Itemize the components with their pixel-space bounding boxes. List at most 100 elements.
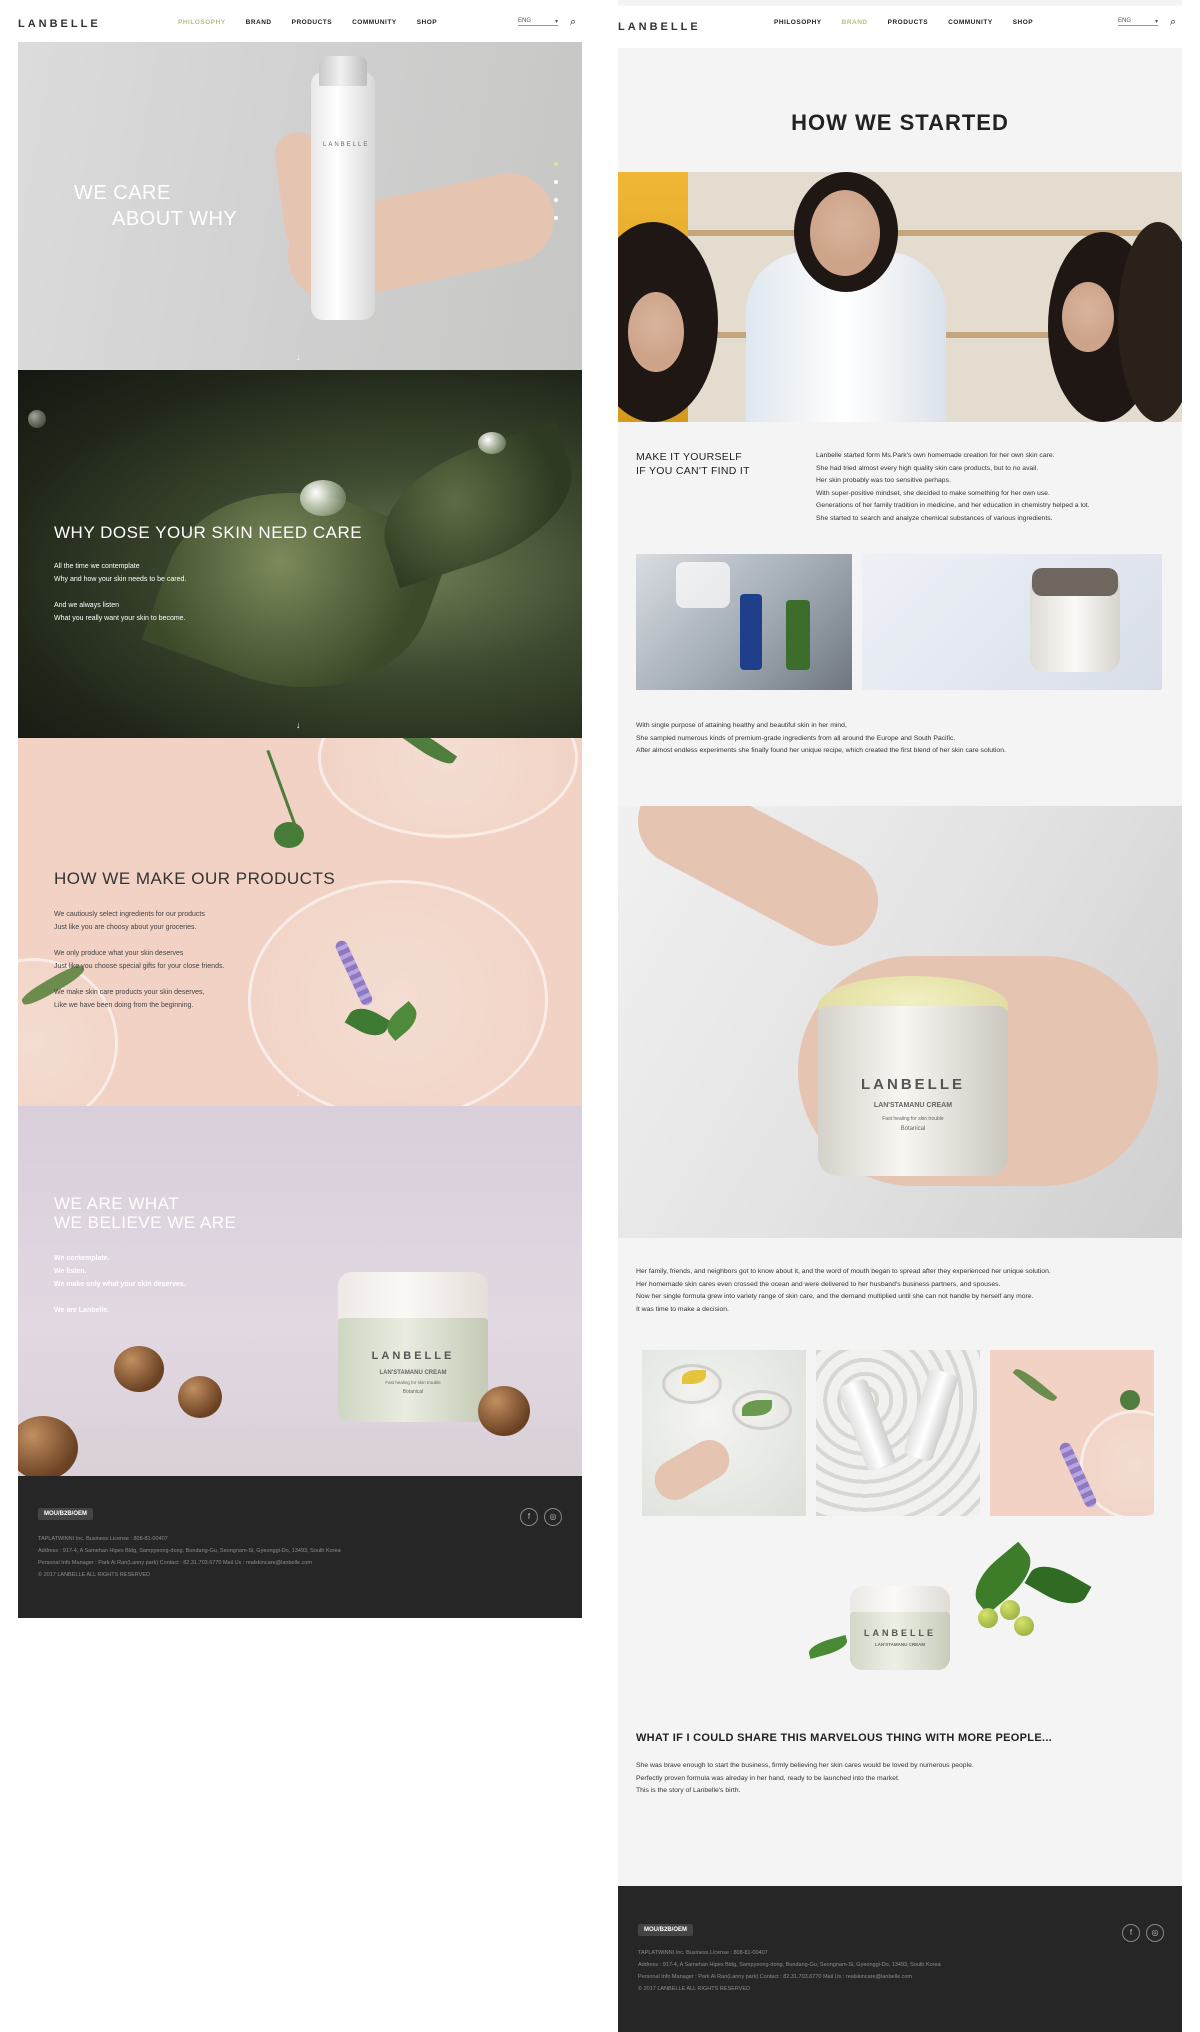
cream-jar-image: LANBELLE LAN'STAMANU CREAM Fast healing …: [338, 1272, 488, 1422]
footer-address: Address : 917-4, A Samehan Hipex Bldg, S…: [638, 1962, 941, 1968]
nav-brand[interactable]: BRAND: [246, 19, 272, 26]
make-line: We only produce what your skin deserves: [54, 950, 184, 957]
page-title: HOW WE STARTED: [791, 110, 1009, 135]
serum-bottles-photo: [636, 554, 852, 690]
footer-copyright: © 2017 LANBELLE ALL RIGHTS RESERVED: [638, 1986, 750, 1992]
instagram-icon[interactable]: ◎: [544, 1508, 562, 1526]
make-line: [54, 934, 224, 947]
make-line: Just like you choose special gifts for y…: [54, 963, 225, 970]
nav-philosophy[interactable]: PHILOSOPHY: [774, 19, 822, 26]
scroll-down-icon[interactable]: ↓: [296, 1088, 301, 1098]
bottle: [902, 1367, 960, 1463]
scroll-down-icon[interactable]: ↓: [296, 720, 301, 730]
nav-philosophy[interactable]: PHILOSOPHY: [178, 19, 226, 26]
purpose-line: With single purpose of attaining healthy…: [636, 722, 847, 729]
nav-community[interactable]: COMMUNITY: [352, 19, 397, 26]
pebbles-bottles-photo: [816, 1350, 980, 1516]
stem-image: [266, 749, 297, 827]
language-select[interactable]: ENG ▾: [518, 18, 558, 26]
make-line: Just like you are choosy about your groc…: [54, 924, 197, 931]
purpose-text: With single purpose of attaining healthy…: [636, 720, 1006, 758]
lab-photo: [618, 172, 1182, 422]
observer-right-face: [1062, 282, 1114, 352]
scientist-face: [810, 190, 880, 276]
pennywort-leaf-image: [274, 822, 304, 848]
make-line: We cautiously select ingredients for our…: [54, 911, 205, 918]
pager-dot-3[interactable]: [554, 198, 558, 202]
bottle: [837, 1377, 897, 1473]
tamanu-fruit: [978, 1608, 998, 1628]
small-cream-jar: LANBELLE LAN'STAMANU CREAM: [850, 1586, 950, 1670]
pager-dot-1[interactable]: [554, 162, 558, 166]
intro-line: Her skin probably was too sensitive perh…: [816, 477, 951, 484]
footer-address: Address : 917-4, A Samehan Hipex Bldg, S…: [38, 1548, 341, 1554]
search-icon[interactable]: ⌕: [1170, 16, 1176, 29]
language-select[interactable]: ENG ▾: [1118, 18, 1158, 26]
heading-line: MAKE IT YOURSELF: [636, 451, 742, 463]
make-title: HOW WE MAKE OUR PRODUCTS: [54, 869, 336, 888]
nav-community[interactable]: COMMUNITY: [948, 19, 993, 26]
green-bottle: [786, 600, 810, 670]
jar-lid: [1032, 568, 1118, 596]
why-line: [54, 586, 186, 599]
nav-shop[interactable]: SHOP: [417, 19, 437, 26]
mou-b2b-oem-button[interactable]: MOU/B2B/OEM: [638, 1924, 694, 1936]
chevron-down-icon: ▾: [554, 19, 558, 25]
pager-dot-4[interactable]: [554, 216, 558, 220]
social-links: f ◎: [520, 1508, 562, 1526]
share-line: She was brave enough to start the busine…: [636, 1762, 974, 1769]
logo[interactable]: LANBELLE: [18, 18, 101, 30]
footer-company: TAPLATWINNI Inc. Business License : 808-…: [38, 1536, 168, 1542]
rosemary: [1012, 1365, 1058, 1405]
nav-products[interactable]: PRODUCTS: [888, 19, 928, 26]
footer-contact: Personal Info Manager : Park Ai Ran(Lann…: [638, 1974, 913, 1980]
why-line: All the time we contemplate: [54, 563, 140, 570]
heading-line: IF YOU CAN'T FIND IT: [636, 465, 750, 477]
intro-line: Generations of her family tradition in m…: [816, 502, 1090, 509]
facebook-icon[interactable]: f: [1122, 1924, 1140, 1942]
intro-line: She had tried almost every high quality …: [816, 464, 1039, 472]
search-icon[interactable]: ⌕: [570, 16, 576, 29]
nut-image: [178, 1376, 222, 1418]
why-line: Why and how your skin needs to be cared.: [54, 576, 187, 583]
tamanu-fruit: [1014, 1616, 1034, 1636]
section-pager: [554, 162, 558, 220]
mou-b2b-oem-button[interactable]: MOU/B2B/OEM: [38, 1508, 94, 1520]
believe-section: WE ARE WHAT WE BELIEVE WE ARE We contemp…: [18, 1106, 582, 1476]
believe-line: We contemplate.: [54, 1255, 110, 1262]
nav-brand[interactable]: BRAND: [842, 19, 868, 26]
logo[interactable]: LANBELLE: [618, 21, 701, 33]
share-text: She was brave enough to start the busine…: [636, 1760, 974, 1798]
nav-products[interactable]: PRODUCTS: [292, 19, 332, 26]
social-links: f ◎: [1122, 1924, 1164, 1942]
why-line: And we always listen: [54, 602, 119, 609]
brand-page: LANBELLE PHILOSOPHY BRAND PRODUCTS COMMU…: [618, 0, 1182, 2032]
intro-line: With super-positive mindset, she decided…: [816, 489, 1050, 497]
intro-text: Lanbelle started form Ms.Park's own home…: [816, 450, 1090, 525]
believe-line: We are Lanbelle.: [54, 1307, 110, 1314]
leaf: [806, 1635, 850, 1659]
screenshot-canvas: LANBELLE PHILOSOPHY BRAND PRODUCTS COMMU…: [0, 0, 1200, 2032]
jar-name: LAN'STAMANU CREAM: [379, 1370, 447, 1376]
nut-image: [114, 1346, 164, 1392]
footer-contact: Personal Info Manager : Park Ai Ran(Lann…: [38, 1560, 313, 1566]
tamanu-leaf: [1024, 1557, 1092, 1613]
facebook-icon[interactable]: f: [520, 1508, 538, 1526]
footer-copyright: © 2017 LANBELLE ALL RIGHTS RESERVED: [38, 1572, 150, 1578]
leaf: [1120, 1390, 1140, 1410]
glass-dish-image: [248, 880, 548, 1106]
shelf: [688, 230, 1152, 236]
botanical-dish-photo: [990, 1350, 1154, 1516]
pager-dot-2[interactable]: [554, 180, 558, 184]
scroll-down-icon[interactable]: ↓: [296, 352, 301, 362]
nav-shop[interactable]: SHOP: [1013, 19, 1033, 26]
jar-subtitle: Fast healing for skin trouble: [882, 1116, 944, 1122]
nut-image: [18, 1416, 78, 1476]
purpose-line: She sampled numerous kinds of premium-gr…: [636, 734, 956, 742]
believe-title-line1: WE ARE WHAT: [54, 1194, 180, 1213]
bottle-cap: [319, 56, 367, 86]
instagram-icon[interactable]: ◎: [1146, 1924, 1164, 1942]
site-header: LANBELLE PHILOSOPHY BRAND PRODUCTS COMMU…: [18, 6, 582, 42]
believe-line: We make only what your skin deserves.: [54, 1281, 186, 1288]
language-value: ENG: [1118, 18, 1132, 24]
